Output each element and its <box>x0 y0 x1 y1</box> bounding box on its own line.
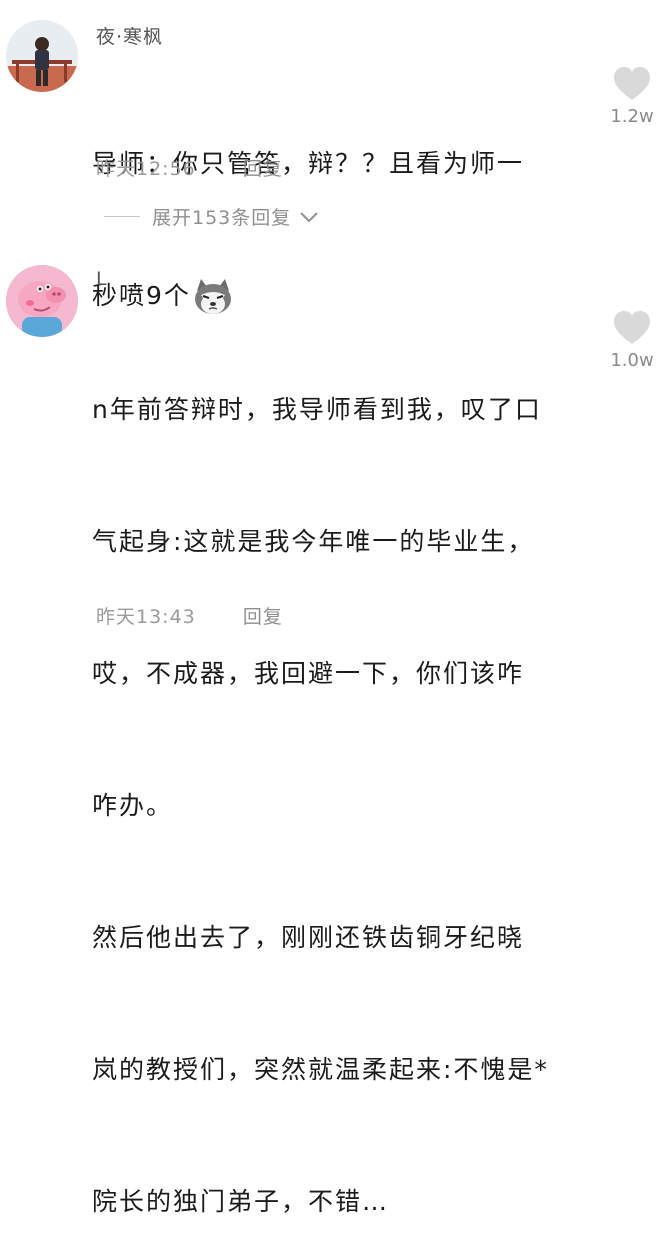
comment-meta: 昨天12:56 回复 <box>96 154 283 181</box>
like-button[interactable]: 1.0w <box>602 310 662 371</box>
avatar-photo-icon <box>6 20 78 92</box>
like-count: 1.0w <box>610 350 654 371</box>
peppa-pig-avatar-icon <box>6 265 78 337</box>
heart-icon <box>614 67 650 100</box>
comment-line: 咋办。 <box>92 791 174 820</box>
expand-replies-button[interactable]: 展开153条回复 <box>104 203 319 230</box>
comment-time: 昨天12:56 <box>96 158 196 180</box>
comment-line: n年前答辩时，我导师看到我，叹了口 <box>92 395 542 424</box>
comment-username[interactable]: 夜·寒枫 <box>96 22 163 49</box>
reply-button[interactable]: 回复 <box>243 158 283 180</box>
heart-icon <box>614 311 650 344</box>
divider-dash <box>104 216 140 217</box>
comment-1: 夜·寒枫 导师：你只管答，辩？？且看为师一 秒喷9个 昨天12:56 回复 1.… <box>0 0 672 314</box>
comment-line: 气起身:这就是我今年唯一的毕业生， <box>92 527 535 556</box>
comment-line: 院长的独门弟子，不错… <box>92 1187 390 1216</box>
comment-2: L n年前答辩时，我导师看到我，叹了口 气起身:这就是我今年唯一的毕业生， 哎，… <box>0 240 672 1216</box>
like-button[interactable]: 1.2w <box>602 66 662 127</box>
reply-button[interactable]: 回复 <box>243 606 283 628</box>
comment-username[interactable]: L <box>96 268 108 290</box>
like-count: 1.2w <box>610 106 654 127</box>
comment-line: 岚的教授们，突然就温柔起来:不愧是* <box>92 1055 549 1084</box>
comment-meta: 昨天13:43 回复 <box>96 602 283 629</box>
comment-line: 然后他出去了，刚刚还铁齿铜牙纪晓 <box>92 923 525 952</box>
avatar[interactable] <box>6 20 78 92</box>
comment-time: 昨天13:43 <box>96 606 196 628</box>
chevron-down-icon <box>300 211 318 222</box>
comment-line: 哎，不成器，我回避一下，你们该咋 <box>92 659 525 688</box>
comment-text: n年前答辩时，我导师看到我，叹了口 气起身:这就是我今年唯一的毕业生， 哎，不成… <box>92 300 592 1254</box>
avatar[interactable] <box>6 265 78 337</box>
expand-replies-label: 展开153条回复 <box>152 207 292 229</box>
